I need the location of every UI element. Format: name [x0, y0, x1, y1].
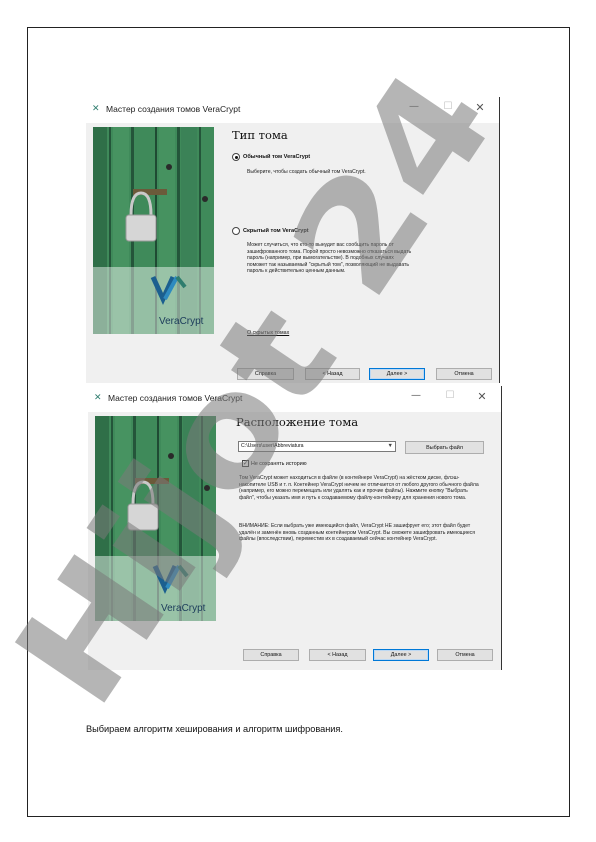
chevron-down-icon[interactable]: ▼	[388, 442, 393, 451]
veracrypt-app-icon: ✕	[92, 104, 100, 114]
window-title: Мастер создания томов VeraCrypt	[108, 393, 243, 403]
title-bar[interactable]: ✕ Мастер создания томов VeraCrypt — ☐ ✕	[88, 386, 501, 412]
page-title: Тип тома	[232, 128, 288, 142]
maximize-icon[interactable]: ☐	[443, 390, 457, 401]
wizard-window-volume-type: ✕ Мастер создания томов VeraCrypt — ☐ ✕	[86, 97, 500, 383]
cancel-button[interactable]: Отмена	[437, 649, 493, 661]
radio-standard-volume[interactable]	[232, 153, 240, 161]
select-file-button[interactable]: Выбрать файл	[405, 441, 484, 454]
page-title: Расположение тома	[236, 415, 359, 429]
cancel-button[interactable]: Отмена	[436, 368, 492, 380]
standard-volume-label[interactable]: Обычный том VeraCrypt	[243, 154, 310, 160]
hidden-volume-label[interactable]: Скрытый том VeraCrypt	[243, 228, 309, 234]
radio-hidden-volume[interactable]	[232, 227, 240, 235]
volume-path-combobox[interactable]: C:\Users\user\Abbreviatura ▼	[238, 441, 396, 452]
veracrypt-app-icon: ✕	[94, 393, 102, 403]
wizard-window-volume-location: ✕ Мастер создания томов VeraCrypt — ☐ ✕	[88, 386, 502, 670]
no-history-checkbox[interactable]: ✓	[242, 460, 249, 467]
volume-path-value: C:\Users\user\Abbreviatura	[241, 443, 304, 449]
about-hidden-volumes-link[interactable]: О скрытых томах	[247, 330, 289, 336]
window-title: Мастер создания томов VeraCrypt	[106, 104, 241, 114]
next-button[interactable]: Далее >	[369, 368, 425, 380]
wizard-side-image: VeraCrypt	[93, 127, 214, 334]
help-button[interactable]: Справка	[243, 649, 299, 661]
close-icon[interactable]: ✕	[475, 390, 489, 403]
veracrypt-logo-text: VeraCrypt	[161, 603, 206, 614]
standard-volume-description: Выберите, чтобы создать обычный том Vera…	[247, 169, 366, 175]
no-history-label[interactable]: Не сохранять историю	[251, 461, 307, 467]
veracrypt-logo-text: VeraCrypt	[159, 316, 204, 327]
help-button[interactable]: Справка	[237, 368, 294, 380]
close-icon[interactable]: ✕	[473, 101, 487, 114]
location-info-paragraph: Том VeraCrypt может находиться в файле (…	[239, 475, 479, 501]
minimize-icon[interactable]: —	[409, 390, 423, 401]
maximize-icon[interactable]: ☐	[441, 101, 455, 112]
location-warning-paragraph: ВНИМАНИЕ: Если выбрать уже имеющийся фай…	[239, 523, 475, 543]
minimize-icon[interactable]: —	[407, 101, 421, 112]
title-bar[interactable]: ✕ Мастер создания томов VeraCrypt — ☐ ✕	[86, 97, 499, 123]
hidden-volume-description: Может случиться, что кто-то вынудит вас …	[247, 242, 412, 275]
next-button[interactable]: Далее >	[373, 649, 429, 661]
wizard-side-image: VeraCrypt	[95, 416, 216, 621]
back-button[interactable]: < Назад	[309, 649, 366, 661]
back-button[interactable]: < Назад	[305, 368, 360, 380]
page-caption: Выбираем алгоритм хеширования и алгоритм…	[86, 724, 343, 734]
